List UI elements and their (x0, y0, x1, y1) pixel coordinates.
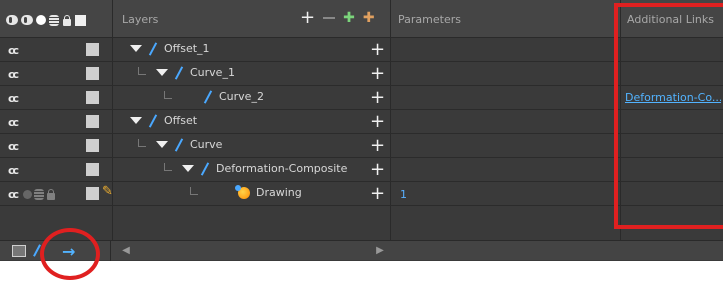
visibility-icon[interactable]: cc (8, 164, 19, 177)
expand-arrow-icon[interactable] (156, 141, 168, 148)
scroll-left-icon[interactable]: ◀ (118, 243, 134, 259)
scroll-right-icon[interactable]: ▶ (372, 243, 388, 259)
layer-name[interactable]: Offset_1 (164, 42, 210, 55)
add-child-icon[interactable]: + (370, 87, 385, 108)
tree-connector (138, 139, 146, 147)
add-child-icon[interactable]: + (370, 63, 385, 84)
highlight-circle-arrow (40, 228, 100, 280)
add-child-icon[interactable]: + (370, 39, 385, 60)
expand-arrow-icon[interactable] (156, 69, 168, 76)
layers-column-title: Layers (122, 13, 159, 26)
tree-connector (138, 67, 146, 75)
visibility-icon[interactable]: cc (8, 140, 19, 153)
header-toggle-icons (6, 13, 86, 27)
add-layer-icon[interactable]: + (300, 9, 315, 27)
layer-name[interactable]: Curve_1 (190, 66, 235, 79)
solo-icon[interactable] (23, 190, 33, 199)
visibility-icon[interactable]: cc (8, 116, 19, 129)
lock-icon[interactable] (46, 189, 56, 200)
curve-icon (203, 90, 213, 103)
layer-color-swatch[interactable] (86, 187, 99, 200)
visibility-icon[interactable]: cc (8, 44, 19, 57)
layer-name[interactable]: Offset (164, 114, 197, 127)
curve-icon (148, 114, 158, 127)
visibility-icon[interactable]: cc (8, 68, 19, 81)
lock-icon[interactable] (62, 14, 72, 26)
layer-color-swatch[interactable] (86, 115, 99, 128)
layer-color-swatch[interactable] (86, 163, 99, 176)
layer-color-swatch[interactable] (86, 43, 99, 56)
bottom-toolbar: → ◀ ▶ (0, 240, 723, 261)
header-divider-2 (390, 0, 391, 38)
toolbar-divider (110, 241, 111, 261)
layer-stack-icon[interactable] (49, 14, 59, 26)
curve-icon (200, 162, 210, 175)
curve-icon (174, 138, 184, 151)
color-swatch-icon[interactable] (75, 14, 86, 26)
curve-icon (174, 66, 184, 79)
layer-color-swatch[interactable] (86, 91, 99, 104)
layer-color-swatch[interactable] (86, 139, 99, 152)
tree-connector (190, 187, 198, 195)
show-all-icon-2[interactable] (21, 15, 33, 25)
expand-arrow-icon[interactable] (130, 117, 142, 124)
layer-tools: + ✚ ✚ (300, 9, 375, 27)
layer-name[interactable]: Curve_2 (219, 90, 264, 103)
tree-connector (164, 91, 172, 99)
tree-connector (164, 163, 172, 171)
add-child-icon[interactable]: + (370, 111, 385, 132)
layer-view-icon[interactable] (12, 245, 26, 257)
visibility-icon[interactable]: cc (8, 188, 19, 201)
add-child-icon[interactable]: + (370, 159, 385, 180)
solo-icon[interactable] (36, 15, 46, 25)
show-all-icon[interactable] (6, 15, 18, 25)
add-peg-icon[interactable]: ✚ (343, 10, 355, 26)
delete-layer-icon[interactable] (323, 17, 336, 19)
parameters-column-title: Parameters (398, 13, 461, 26)
layer-name[interactable]: Curve (190, 138, 222, 151)
pencil-icon[interactable]: ✎ (102, 184, 113, 199)
expand-arrow-icon[interactable] (130, 45, 142, 52)
layer-name[interactable]: Drawing (256, 186, 302, 199)
curve-icon (148, 42, 158, 55)
add-child-icon[interactable]: + (370, 135, 385, 156)
visibility-icon[interactable]: cc (8, 92, 19, 105)
add-child-icon[interactable]: + (370, 183, 385, 204)
highlight-box-additional-links (614, 3, 723, 229)
header-divider (112, 0, 113, 38)
add-deformer-icon[interactable]: ✚ (363, 10, 375, 26)
layer-name[interactable]: Deformation-Composite (216, 162, 347, 175)
layer-color-swatch[interactable] (86, 67, 99, 80)
layer-stack-icon[interactable] (34, 189, 45, 200)
parameter-value[interactable]: 1 (400, 188, 407, 201)
expand-arrow-icon[interactable] (182, 165, 194, 172)
drawing-icon (235, 184, 250, 199)
